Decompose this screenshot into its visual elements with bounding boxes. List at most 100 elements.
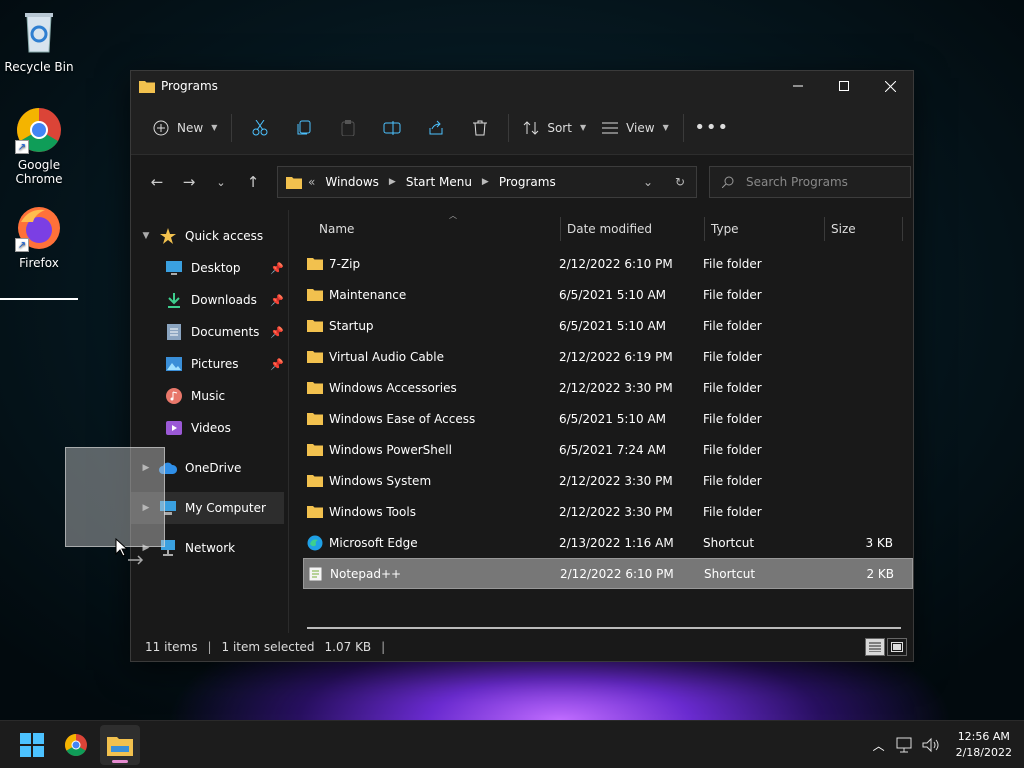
navigation-pane[interactable]: ▼ Quick access Desktop 📌 Downloads 📌 Doc… [131,210,289,633]
file-name-cell: Windows Accessories [303,381,559,395]
explorer-window[interactable]: Programs New ▼ Sort ▼ View ▼ ••• ← → ⌄ ↑… [130,70,914,662]
download-icon [165,291,183,309]
toolbar-separator [682,113,684,142]
nav-music[interactable]: Music [131,380,288,412]
desktop-line [0,298,78,300]
chevron-right-icon[interactable]: ▶ [482,177,489,187]
table-row[interactable]: Windows Ease of Access 6/5/2021 5:10 AM Fi… [303,403,913,434]
rename-button[interactable] [372,112,412,144]
table-row[interactable]: Windows System 2/12/2022 3:30 PM File fold… [303,465,913,496]
table-row[interactable]: Virtual Audio Cable 2/12/2022 6:19 PM File… [303,341,913,372]
address-bar[interactable]: « Windows ▶ Start Menu ▶ Programs ⌄ ↻ [277,166,697,198]
file-name-cell: Windows PowerShell [303,443,559,457]
large-icons-view-button[interactable] [887,638,907,656]
paste-button[interactable] [328,112,368,144]
view-button[interactable]: View ▼ [594,112,677,144]
pin-icon[interactable]: 📌 [270,358,284,371]
file-type: Shortcut [703,535,755,550]
copy-button[interactable] [284,112,324,144]
table-row[interactable]: Windows Accessories 2/12/2022 3:30 PM File… [303,372,913,403]
start-button[interactable] [12,725,52,765]
nav-label: Music [191,389,226,403]
back-button[interactable]: ← [141,167,173,197]
breadcrumb-windows[interactable]: Windows [325,175,379,189]
drag-selection-rectangle [65,447,165,547]
chevron-down-icon[interactable]: ▼ [139,231,153,241]
more-options-button[interactable]: ••• [692,112,732,144]
table-row[interactable]: Maintenance 6/5/2021 5:10 AM File folder [303,279,913,310]
table-row[interactable]: 7-Zip 2/12/2022 6:10 PM File folder [303,248,913,279]
item-count: 11 items [145,640,198,654]
sort-button[interactable]: Sort ▼ [515,112,594,144]
delete-button[interactable] [460,112,500,144]
file-rows: 7-Zip 2/12/2022 6:10 PM File folder Mainten… [303,248,913,589]
file-list[interactable]: ︿ Name Date modified Type Size 7-Zip 2/12… [289,210,913,633]
column-header-size[interactable]: Size [825,217,903,241]
clock[interactable]: 12:56 AM 2/18/2022 [956,729,1012,761]
nav-desktop[interactable]: Desktop 📌 [131,252,288,284]
pin-icon[interactable]: 📌 [270,262,284,275]
table-row[interactable]: Startup 6/5/2021 5:10 AM File folder [303,310,913,341]
column-header-type[interactable]: Type [705,217,825,241]
column-label: Name [319,222,355,236]
pin-icon[interactable]: 📌 [270,294,284,307]
table-row[interactable]: Microsoft Edge 2/13/2022 1:16 AM Shortcut 3… [303,527,913,558]
folder-icon [307,474,323,487]
up-button[interactable]: ↑ [237,167,269,197]
title-bar[interactable]: Programs [131,71,913,101]
star-icon [159,227,177,245]
file-date: 2/12/2022 6:10 PM [560,566,674,581]
new-button[interactable]: New ▼ [145,112,225,144]
file-date: 6/5/2021 5:10 AM [559,287,667,302]
nav-downloads[interactable]: Downloads 📌 [131,284,288,316]
nav-documents[interactable]: Documents 📌 [131,316,288,348]
nav-videos[interactable]: Videos [131,412,288,444]
breadcrumb-start-menu[interactable]: Start Menu [406,175,472,189]
active-indicator [112,760,128,763]
nav-pictures[interactable]: Pictures 📌 [131,348,288,380]
refresh-button[interactable]: ↻ [664,167,696,197]
forward-button[interactable]: → [173,167,205,197]
volume-button[interactable] [918,730,944,760]
show-hidden-icons-button[interactable]: ︿ [866,730,892,760]
video-icon [165,419,183,437]
nav-label: Pictures [191,357,239,371]
search-placeholder: Search Programs [746,175,848,189]
notepad-icon [308,566,324,582]
folder-icon [307,381,323,394]
file-name-cell: 7-Zip [303,257,559,271]
file-name: Virtual Audio Cable [329,349,445,364]
network-tray-button[interactable] [892,730,918,760]
taskbar-file-explorer[interactable] [100,725,140,765]
recent-locations-button[interactable]: ⌄ [205,167,237,197]
chevron-right-icon[interactable]: ▶ [389,177,396,187]
desktop-icon-recycle-bin[interactable]: Recycle Bin [0,8,78,74]
horizontal-scrollbar[interactable] [307,627,901,629]
cut-button[interactable] [240,112,280,144]
sort-icon [523,120,539,135]
table-row[interactable]: Windows PowerShell 6/5/2021 7:24 AM File f… [303,434,913,465]
close-button[interactable] [867,71,913,101]
view-label: View [626,120,655,135]
minimize-button[interactable] [775,71,821,101]
taskbar-chrome[interactable] [56,725,96,765]
breadcrumb-overflow[interactable]: « [308,175,315,189]
search-box[interactable]: Search Programs [709,166,911,198]
clipboard-icon [341,119,355,136]
breadcrumb-programs[interactable]: Programs [499,175,556,189]
nav-label: Downloads [191,293,257,307]
nav-quick-access[interactable]: ▼ Quick access [131,220,288,252]
maximize-button[interactable] [821,71,867,101]
desktop-icon-label: Recycle Bin [4,60,74,74]
share-button[interactable] [416,112,456,144]
pin-icon[interactable]: 📌 [270,326,284,339]
details-view-button[interactable] [865,638,885,656]
table-row[interactable]: Notepad++ 2/12/2022 6:10 PM Shortcut 2 KB [303,558,913,589]
column-header-date[interactable]: Date modified [561,217,705,241]
address-dropdown-button[interactable]: ⌄ [632,167,664,197]
table-row[interactable]: Windows Tools 2/12/2022 3:30 PM File folde… [303,496,913,527]
windows-logo-icon [20,733,44,757]
desktop-icon-firefox[interactable]: ↗ Firefox [0,204,78,270]
desktop-icon-google-chrome[interactable]: ↗ Google Chrome [0,106,78,186]
column-header-name[interactable]: Name [303,217,561,241]
